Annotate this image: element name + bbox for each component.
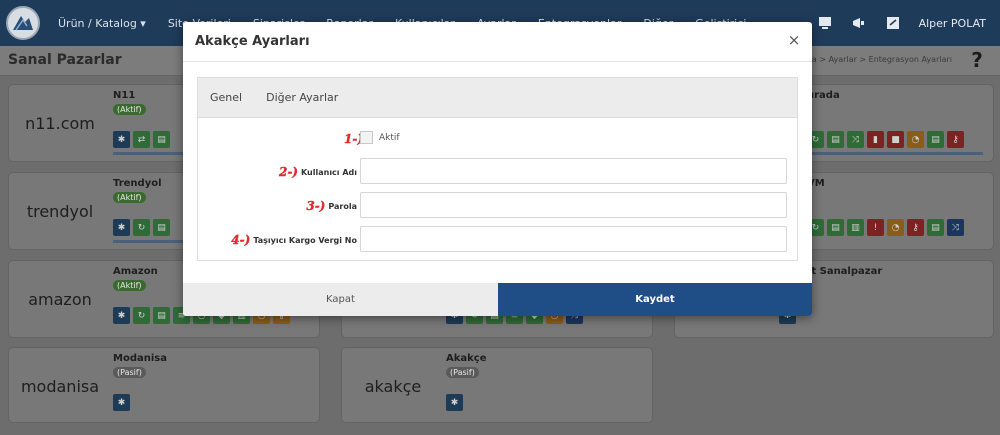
- tab-other-settings[interactable]: Diğer Ayarlar: [266, 91, 338, 104]
- refresh-icon[interactable]: ↻: [133, 307, 150, 324]
- file-icon[interactable]: ▤: [927, 219, 944, 236]
- settings-panel: Genel Diğer Ayarlar 1-) Aktif 2-) Kullan…: [197, 77, 798, 261]
- password-label-text: Parola: [328, 201, 357, 211]
- status-badge: (Pasif): [113, 367, 146, 378]
- card-name: Akakçe: [446, 353, 487, 364]
- field-row-tax-number: 4-) Taşıyıcı Kargo Vergi No: [198, 226, 797, 252]
- document-icon[interactable]: ▤: [827, 131, 844, 148]
- brand-logo-amazon: amazon: [28, 289, 92, 309]
- chart-icon[interactable]: ▥: [847, 219, 864, 236]
- clock-icon[interactable]: ◔: [907, 131, 924, 148]
- brand-logo-akakce: akakçe: [364, 376, 422, 396]
- megaphone-icon[interactable]: [851, 16, 867, 30]
- stop-icon[interactable]: ■: [887, 131, 904, 148]
- card-name: Amazon: [113, 266, 158, 277]
- active-checkbox[interactable]: [360, 131, 373, 144]
- step-number: 3-): [306, 199, 326, 213]
- akakce-settings-modal: Akakçe Ayarları × Genel Diğer Ayarlar 1-…: [183, 22, 812, 316]
- app-logo[interactable]: [6, 6, 40, 40]
- tab-general[interactable]: Genel: [210, 91, 242, 104]
- breadcrumb[interactable]: fa > Ayarlar > Entegrasyon Ayarları: [809, 55, 952, 64]
- username-label-text: Kullanıcı Adı: [300, 167, 357, 177]
- page-title: Sanal Pazarlar: [8, 52, 122, 68]
- document-icon[interactable]: ▤: [827, 219, 844, 236]
- password-label: 3-) Parola: [306, 199, 357, 213]
- step-number: 2-): [278, 165, 298, 179]
- document-icon[interactable]: ▤: [153, 219, 170, 236]
- password-input[interactable]: [360, 192, 787, 218]
- card-name: Modanisa: [113, 353, 167, 364]
- modal-title: Akakçe Ayarları: [195, 34, 310, 49]
- card-name: Trendyol: [113, 178, 162, 189]
- brand-logo-n11: n11.com: [25, 113, 95, 133]
- gear-icon[interactable]: ✱: [113, 219, 130, 236]
- marketplace-card-modanisa: modanisa Modanisa (Pasif) ✱: [8, 347, 320, 423]
- tax-number-label-text: Taşıyıcı Kargo Vergi No: [253, 235, 357, 245]
- field-row-password: 3-) Parola: [198, 192, 797, 218]
- active-label: Aktif: [379, 132, 400, 143]
- card-name: N11: [113, 90, 136, 101]
- tax-number-label: 4-) Taşıyıcı Kargo Vergi No: [231, 233, 357, 247]
- sync-icon[interactable]: ⇄: [133, 131, 150, 148]
- modal-header: Akakçe Ayarları: [183, 22, 812, 62]
- gear-icon[interactable]: ✱: [113, 131, 130, 148]
- tab-bar: Genel Diğer Ayarlar: [198, 78, 797, 118]
- card-divider: [807, 152, 983, 155]
- expand-icon[interactable]: [885, 16, 901, 30]
- user-name[interactable]: Alper POLAT: [919, 17, 986, 30]
- monitor-icon[interactable]: [817, 16, 833, 30]
- brand-logo-trendyol: trendyol: [26, 201, 94, 221]
- step-number: 4-): [231, 233, 251, 247]
- status-badge: (Pasif): [446, 367, 479, 378]
- file-icon[interactable]: ▤: [927, 131, 944, 148]
- status-badge: (Aktif): [113, 280, 146, 291]
- tax-number-input[interactable]: [360, 226, 787, 252]
- field-row-username: 2-) Kullanıcı Adı: [198, 158, 797, 184]
- close-icon[interactable]: ×: [786, 32, 802, 48]
- alert-icon[interactable]: !: [867, 219, 884, 236]
- field-row-active: 1-) Aktif: [198, 125, 797, 151]
- close-button[interactable]: Kapat: [183, 283, 498, 316]
- trash-icon[interactable]: ▮: [867, 131, 884, 148]
- username-label: 2-) Kullanıcı Adı: [279, 165, 357, 179]
- save-button[interactable]: Kaydet: [498, 283, 812, 316]
- document-icon[interactable]: ▤: [153, 131, 170, 148]
- refresh-icon[interactable]: ↻: [133, 219, 150, 236]
- nav-right-tools: Alper POLAT: [817, 16, 1000, 30]
- document-icon[interactable]: ▤: [153, 307, 170, 324]
- card-name: ft Sanalpazar: [807, 266, 883, 277]
- brand-logo-modanisa: modanisa: [20, 376, 100, 396]
- key-icon[interactable]: ⚷: [907, 219, 924, 236]
- gear-icon[interactable]: ✱: [446, 394, 463, 411]
- nav-item-catalog[interactable]: Ürün / Katalog ▾: [58, 17, 146, 30]
- active-checkbox-wrap: Aktif: [360, 131, 400, 144]
- status-badge: (Aktif): [113, 104, 146, 115]
- marketplace-card-akakce: akakçe Akakçe (Pasif) ✱: [341, 347, 653, 423]
- gear-icon[interactable]: ✱: [113, 307, 130, 324]
- shuffle-icon[interactable]: ⤨: [847, 131, 864, 148]
- help-button[interactable]: ?: [964, 49, 990, 73]
- username-input[interactable]: [360, 158, 787, 184]
- logo-icon: [13, 16, 33, 31]
- shuffle-icon[interactable]: ⤨: [947, 219, 964, 236]
- status-badge: (Aktif): [113, 192, 146, 203]
- key-icon[interactable]: ⚷: [947, 131, 964, 148]
- gear-icon[interactable]: ✱: [113, 394, 130, 411]
- clock-icon[interactable]: ◔: [887, 219, 904, 236]
